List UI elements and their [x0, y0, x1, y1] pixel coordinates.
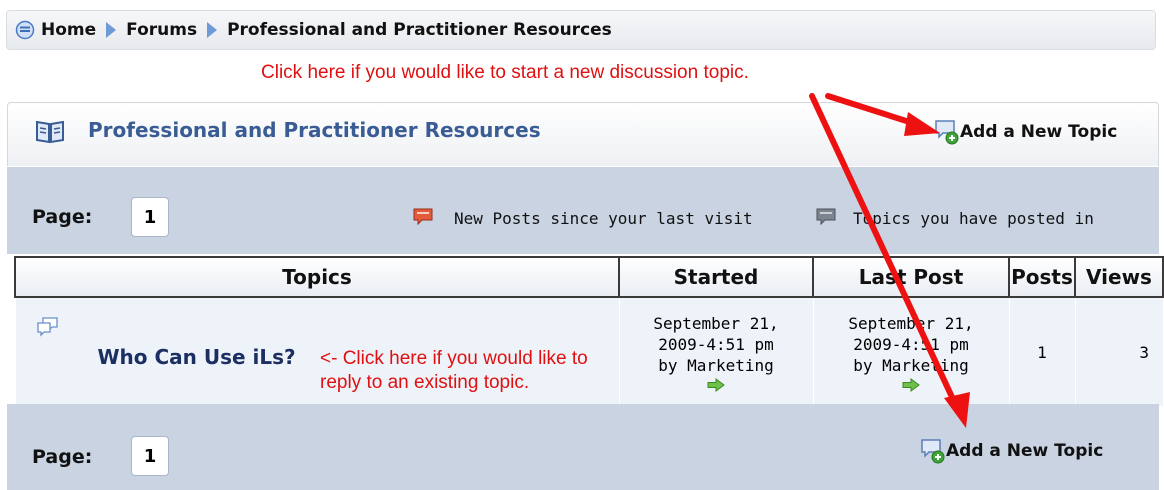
page-number-button-bottom[interactable]: 1: [131, 436, 169, 476]
column-header-last-post[interactable]: Last Post: [812, 256, 1010, 298]
posts-count: 1: [1008, 297, 1075, 406]
new-topic-speech-bubble-icon: [920, 437, 946, 465]
column-header-started[interactable]: Started: [618, 256, 814, 298]
legend-posted-in: Topics you have posted in: [853, 209, 1094, 228]
breadcrumb-home[interactable]: Home: [41, 20, 96, 40]
last-post-time: 2009-4:51 pm: [853, 334, 969, 354]
breadcrumb: Home Forums Professional and Practitione…: [6, 10, 1156, 50]
breadcrumb-current[interactable]: Professional and Practitioner Resources: [227, 20, 612, 40]
column-header-posts[interactable]: Posts: [1008, 256, 1076, 298]
page-number-button[interactable]: 1: [131, 197, 169, 237]
page-label-bottom: Page:: [32, 446, 93, 468]
breadcrumb-arrow-icon: [106, 22, 117, 38]
open-book-icon: [35, 118, 65, 148]
new-topic-annotation: Click here if you would like to start a …: [261, 62, 749, 83]
forum-title: Professional and Practitioner Resources: [88, 118, 541, 142]
views-count: 3: [1074, 297, 1163, 406]
last-post-cell: September 21, 2009-4:51 pm by Marketing: [812, 297, 1009, 406]
started-time: 2009-4:51 pm: [658, 334, 774, 354]
add-new-topic-button-bottom[interactable]: Add a New Topic: [920, 437, 1103, 465]
last-post-date: September 21,: [848, 313, 974, 333]
new-topic-speech-bubble-icon: [934, 118, 960, 146]
circle-arrow-down-icon: [15, 20, 35, 40]
legend-new-posts: New Posts since your last visit: [454, 209, 753, 228]
breadcrumb-arrow-icon: [207, 22, 218, 38]
started-author[interactable]: by Marketing: [620, 355, 813, 376]
add-new-topic-label: Add a New Topic: [960, 122, 1118, 142]
last-post-author[interactable]: by Marketing: [814, 355, 1009, 376]
column-header-topics[interactable]: Topics: [14, 256, 620, 298]
speech-bubble-red-icon: [412, 207, 434, 231]
go-to-post-arrow-icon[interactable]: [707, 377, 725, 392]
speech-bubble-gray-icon: [815, 207, 837, 231]
reply-annotation: <- Click here if you would like to reply…: [320, 348, 588, 393]
started-cell: September 21, 2009-4:51 pm by Marketing: [618, 297, 813, 406]
page-label: Page:: [32, 206, 93, 228]
add-new-topic-button-top[interactable]: Add a New Topic: [934, 118, 1117, 146]
column-header-views[interactable]: Views: [1074, 256, 1164, 298]
go-to-post-arrow-icon[interactable]: [902, 377, 920, 392]
table-header-row: Topics Started Last Post Posts Views: [14, 256, 1164, 298]
topic-link[interactable]: Who Can Use iLs?: [98, 345, 296, 369]
add-new-topic-label-bottom: Add a New Topic: [946, 441, 1104, 461]
breadcrumb-forums[interactable]: Forums: [126, 20, 197, 40]
topic-bubble-icon: [36, 316, 60, 342]
started-date: September 21,: [653, 313, 779, 333]
